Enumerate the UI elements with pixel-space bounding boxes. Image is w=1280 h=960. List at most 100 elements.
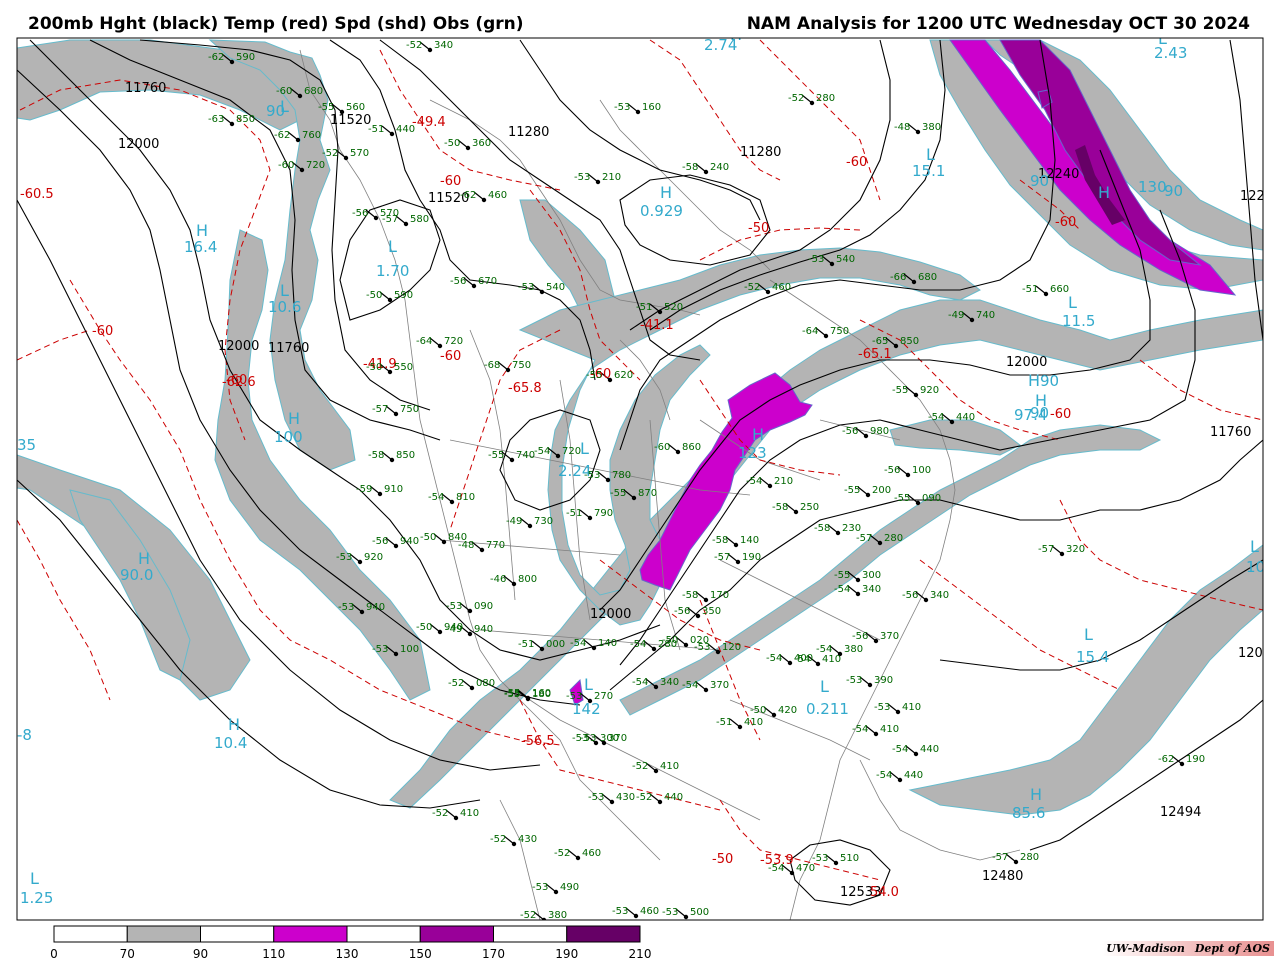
obs-temperature: -62: [460, 190, 476, 201]
extremum-value: 130: [1138, 178, 1167, 196]
obs-height: 520: [664, 302, 683, 313]
height-label: 12000: [118, 137, 159, 152]
obs-temperature: -56: [674, 606, 690, 617]
extremum-value: 15.1: [912, 162, 945, 180]
obs-temperature: -54: [632, 677, 648, 688]
obs-temperature: -52: [520, 910, 536, 921]
obs-temperature: -62: [1158, 754, 1174, 765]
height-label: 11760: [1210, 425, 1251, 440]
obs-height: 440: [920, 744, 939, 755]
obs-height: 680: [304, 86, 323, 97]
extremum-value: 1.70: [376, 262, 409, 280]
obs-temperature: -65: [872, 336, 888, 347]
obs-temperature: -52: [554, 848, 570, 859]
obs-temperature: -57: [372, 404, 388, 415]
obs-height: 490: [560, 882, 579, 893]
obs-temperature: -54: [876, 770, 892, 781]
obs-temperature: -56: [450, 276, 466, 287]
obs-height: 850: [396, 450, 415, 461]
extremum-value: 0.211: [806, 700, 849, 718]
height-label: 12494: [1160, 805, 1201, 820]
obs-temperature: -54: [682, 680, 698, 691]
obs-height: 190: [742, 552, 761, 563]
extremum-value: 90: [1030, 172, 1049, 190]
obs-height: 210: [602, 172, 621, 183]
obs-temperature: -52: [788, 93, 804, 104]
obs-temperature: -57: [1038, 544, 1054, 555]
height-label: 11280: [740, 145, 781, 160]
colorbar-label: 90: [193, 947, 208, 960]
extremum-value: 35: [17, 436, 36, 454]
extremum-letter: H: [228, 715, 240, 734]
obs-temperature: -53: [612, 906, 628, 917]
extremum-value: 10.4: [214, 734, 247, 752]
obs-temperature: -55: [894, 493, 910, 504]
temperature-label: -65.8: [508, 381, 542, 396]
height-label: 11280: [508, 125, 549, 140]
obs-temperature: -53: [662, 907, 678, 918]
obs-height: 340: [930, 590, 949, 601]
extremum-value: 11.5: [1062, 312, 1095, 330]
extremum-value: 85.6: [1012, 804, 1045, 822]
obs-temperature: -52: [322, 148, 338, 159]
obs-height: 320: [1066, 544, 1085, 555]
temperature-label: -60: [440, 349, 461, 364]
extremum-value: 90: [266, 102, 285, 120]
obs-temperature: -50: [366, 362, 382, 373]
obs-temperature: -50: [420, 532, 436, 543]
height-label: 12000: [590, 607, 631, 622]
obs-height: 410: [902, 702, 921, 713]
obs-height: 370: [880, 631, 899, 642]
obs-height: 340: [660, 677, 679, 688]
obs-temperature: -56: [842, 426, 858, 437]
obs-temperature: -50: [662, 635, 678, 646]
obs-height: 750: [512, 360, 531, 371]
obs-temperature: -64: [416, 336, 432, 347]
colorbar-label: 130: [336, 947, 359, 960]
obs-temperature: -56: [372, 536, 388, 547]
colorbar-swatch: [566, 925, 641, 943]
colorbar-label: 210: [629, 947, 652, 960]
obs-height: 370: [710, 680, 729, 691]
extremum-letter: H: [1030, 785, 1042, 804]
extremum-value: 2.74: [704, 36, 737, 54]
obs-temperature: -53: [574, 172, 590, 183]
temperature-label: 54.0: [870, 885, 899, 900]
obs-temperature: -53: [580, 733, 596, 744]
obs-height: 570: [350, 148, 369, 159]
colorbar-label: 110: [262, 947, 285, 960]
extremum-value: 10: [1246, 558, 1265, 576]
extremum-value: 2.43: [1154, 44, 1187, 62]
obs-height: 280: [1020, 852, 1039, 863]
temperature-label: -60: [92, 324, 113, 339]
obs-height: 500: [690, 907, 709, 918]
obs-height: 540: [836, 254, 855, 265]
obs-height: 380: [548, 910, 567, 921]
obs-height: 380: [844, 644, 863, 655]
extremum-letter: L: [820, 677, 829, 696]
temperature-label: -65.1: [858, 347, 892, 362]
obs-temperature: -53: [566, 691, 582, 702]
obs-temperature: -54: [746, 476, 762, 487]
obs-height: 160: [642, 102, 661, 113]
obs-temperature: -55: [610, 488, 626, 499]
obs-temperature: -66: [890, 272, 906, 283]
temperature-label: -50: [748, 221, 769, 236]
obs-height: 750: [400, 404, 419, 415]
obs-height: 280: [884, 533, 903, 544]
obs-height: 810: [456, 492, 475, 503]
extremum-value: 90.0: [120, 566, 153, 584]
extremum-value: 100: [274, 428, 303, 446]
extremum-letter: L: [1250, 537, 1259, 556]
obs-temperature: -46: [490, 574, 506, 585]
obs-temperature: -52: [490, 834, 506, 845]
obs-temperature: -55: [834, 570, 850, 581]
obs-temperature: -50: [366, 290, 382, 301]
obs-height: 340: [434, 40, 453, 51]
obs-height: 910: [384, 484, 403, 495]
colorbar-swatch: [273, 925, 348, 943]
obs-temperature: -54: [852, 724, 868, 735]
colorbar-swatch: [419, 925, 494, 943]
obs-temperature: -49: [948, 310, 964, 321]
obs-height: 360: [472, 138, 491, 149]
